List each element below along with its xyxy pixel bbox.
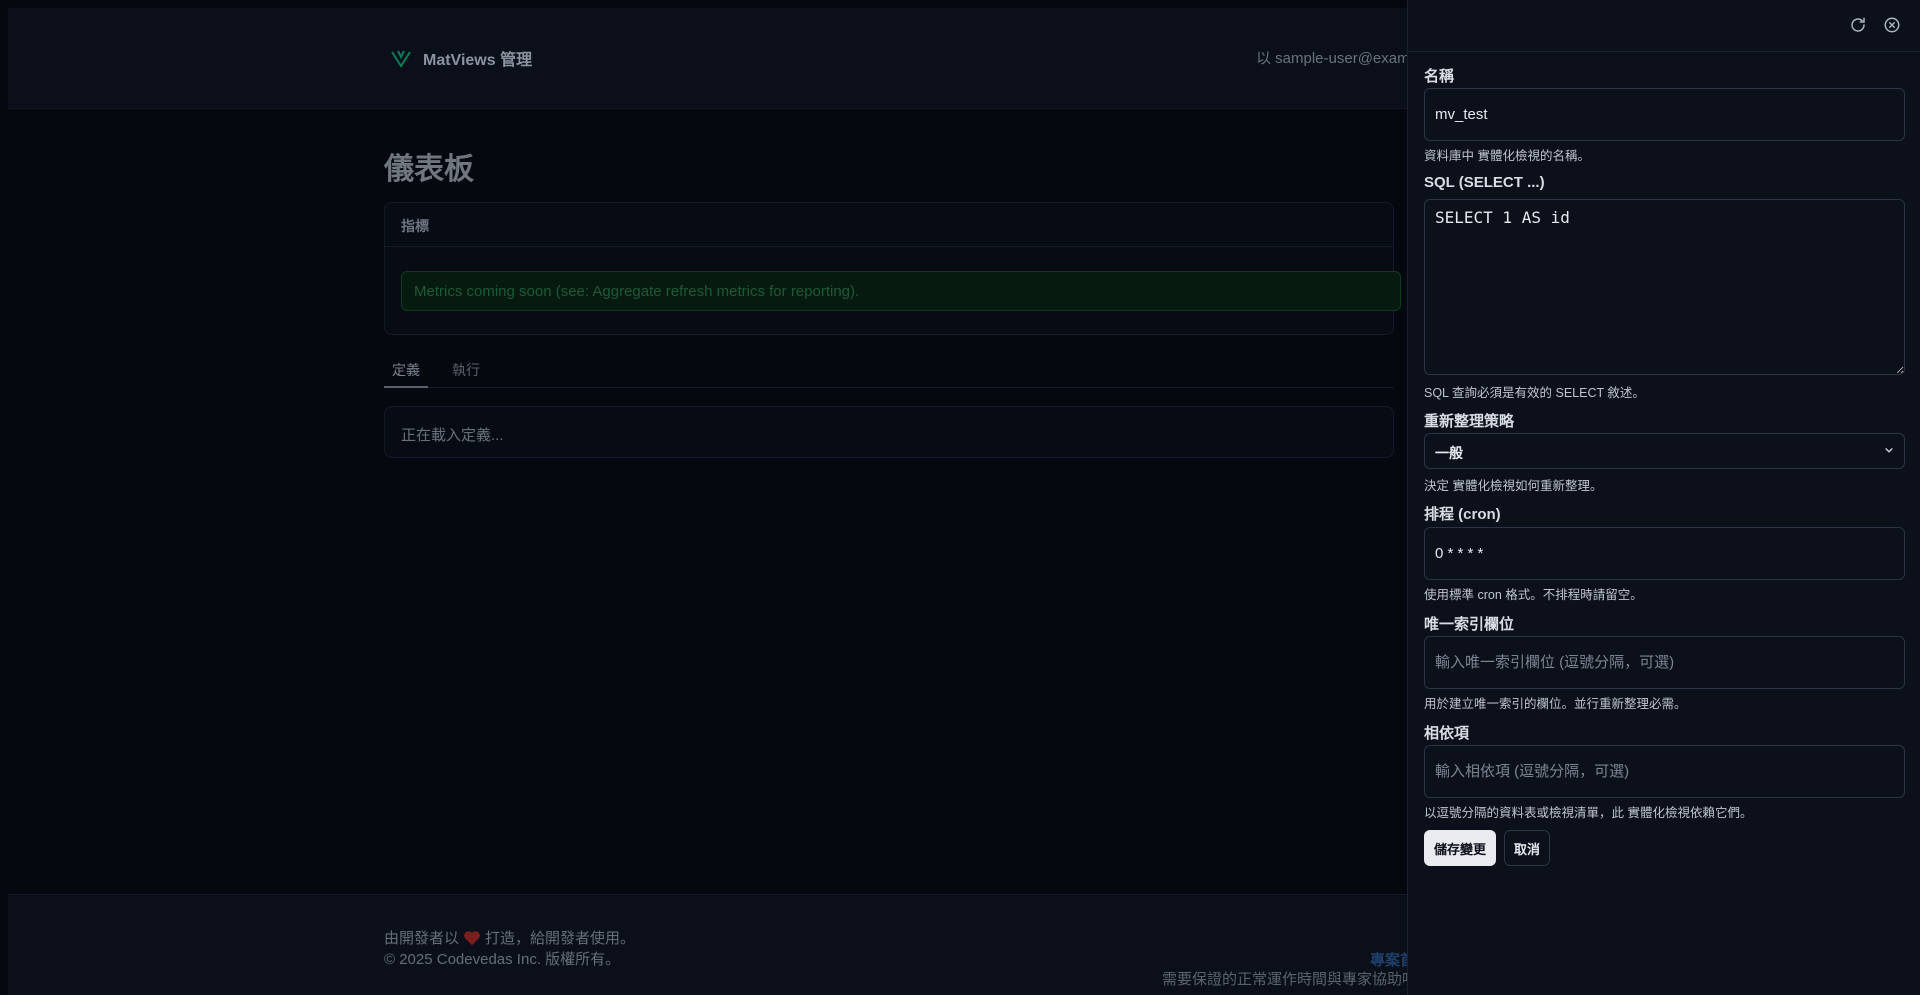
login-info: 以 sample-user@examp bbox=[1256, 50, 1418, 67]
metrics-card: 指標 Metrics coming soon (see: Aggregate r… bbox=[384, 202, 1401, 335]
brand[interactable]: MatViews 管理 bbox=[389, 46, 532, 70]
tab-runs[interactable]: 執行 bbox=[444, 360, 488, 388]
unique-index-label: 唯一索引欄位 bbox=[1424, 616, 1515, 633]
unique-index-help: 用於建立唯一索引的欄位。並行重新整理必需。 bbox=[1424, 697, 1687, 711]
footer-support-text: 需要保證的正常運作時間與專家協助嗎 bbox=[1162, 971, 1418, 988]
dependencies-help: 以逗號分隔的資料表或檢視清單，此 實體化檢視依賴它們。 bbox=[1424, 806, 1753, 820]
name-help: 資料庫中 實體化檢視的名稱。 bbox=[1424, 149, 1590, 163]
heart-icon bbox=[464, 930, 480, 945]
schedule-label: 排程 (cron) bbox=[1424, 506, 1501, 523]
strategy-select[interactable]: 一般 bbox=[1424, 433, 1905, 469]
tab-definition[interactable]: 定義 bbox=[384, 360, 428, 388]
cancel-button[interactable]: 取消 bbox=[1504, 830, 1550, 866]
schedule-input[interactable] bbox=[1424, 527, 1905, 580]
brand-name: MatViews 管理 bbox=[423, 52, 533, 69]
footer-credit: 由開發者以 打造，給開發者使用。 bbox=[384, 927, 635, 948]
strategy-label: 重新整理策略 bbox=[1424, 413, 1515, 430]
edit-drawer: 名稱 資料庫中 實體化檢視的名稱。 SQL (SELECT ...) SELEC… bbox=[1407, 0, 1920, 995]
footer-credit-prefix: 由開發者以 bbox=[384, 930, 460, 947]
save-changes-button[interactable]: 儲存變更 bbox=[1424, 830, 1496, 866]
close-circle-icon bbox=[1884, 17, 1900, 33]
chevron-down-icon bbox=[1885, 448, 1893, 453]
footer-copyright: © 2025 Codevedas Inc. 版權所有。 bbox=[384, 951, 621, 968]
schedule-help: 使用標準 cron 格式。不排程時請留空。 bbox=[1424, 588, 1643, 602]
refresh-button[interactable] bbox=[1848, 15, 1868, 35]
dependencies-input[interactable] bbox=[1424, 745, 1905, 798]
page-title: 儀表板 bbox=[384, 153, 474, 186]
name-label: 名稱 bbox=[1424, 68, 1455, 85]
strategy-help: 決定 實體化檢視如何重新整理。 bbox=[1424, 479, 1603, 493]
sql-help: SQL 查詢必須是有效的 SELECT 敘述。 bbox=[1424, 386, 1645, 400]
drawer-toolbar bbox=[1408, 0, 1920, 52]
close-drawer-button[interactable] bbox=[1882, 15, 1902, 35]
metrics-heading: 指標 bbox=[385, 203, 1393, 247]
tabs: 定義 執行 bbox=[384, 356, 1394, 388]
strategy-selected-value: 一般 bbox=[1435, 445, 1463, 461]
unique-index-input[interactable] bbox=[1424, 636, 1905, 689]
sql-textarea[interactable]: SELECT 1 AS id bbox=[1424, 199, 1905, 375]
definition-loading: 正在載入定義... bbox=[384, 406, 1394, 458]
matviews-logo-icon bbox=[391, 50, 411, 68]
name-input[interactable] bbox=[1424, 88, 1905, 141]
refresh-icon bbox=[1851, 17, 1865, 32]
sql-label: SQL (SELECT ...) bbox=[1424, 174, 1545, 191]
metrics-alert: Metrics coming soon (see: Aggregate refr… bbox=[401, 271, 1401, 311]
dependencies-label: 相依項 bbox=[1424, 725, 1470, 742]
footer-credit-suffix: 打造，給開發者使用。 bbox=[485, 930, 636, 947]
